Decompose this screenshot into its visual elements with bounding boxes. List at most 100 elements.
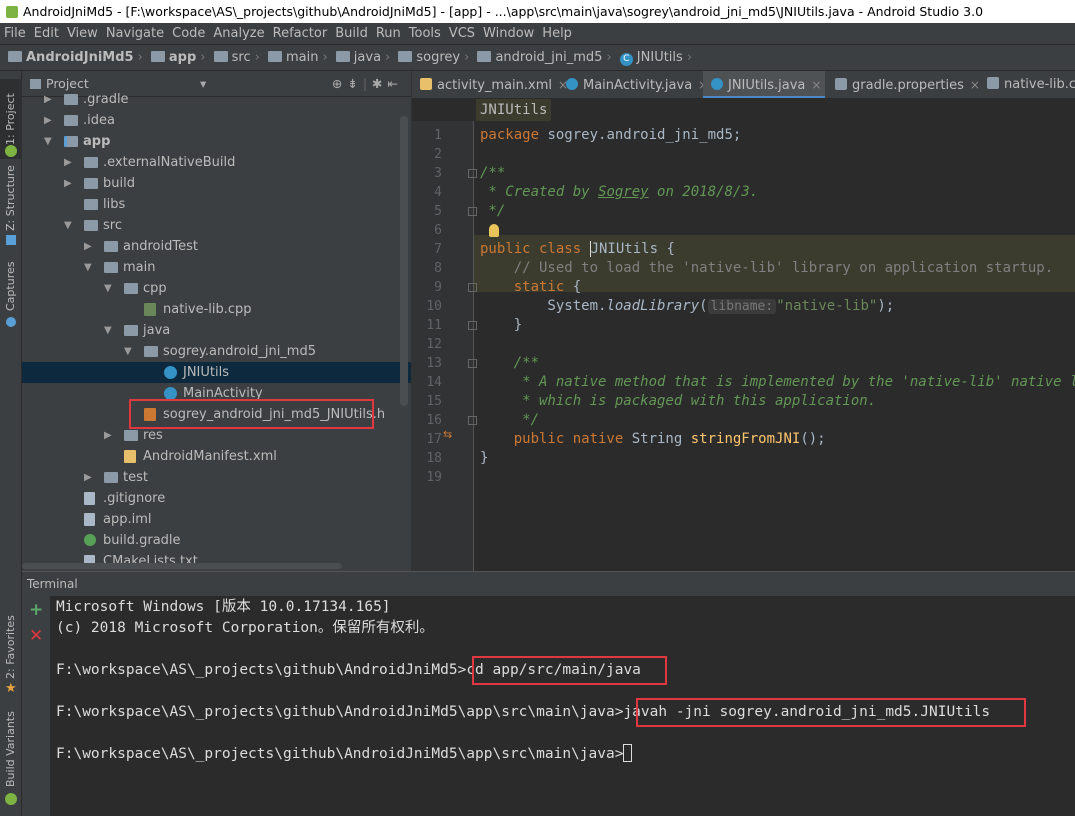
folder-icon [335,51,350,62]
tree-item[interactable]: ▼ java [22,320,411,341]
collapsed-arrow-icon[interactable]: ▶ [64,173,74,194]
menu-edit[interactable]: Edit [30,23,63,45]
tool-tab-favorites[interactable]: 2: Favorites ★ [0,611,22,701]
class-icon [164,366,177,379]
android-studio-icon [6,6,18,18]
fold-marker-icon[interactable] [468,321,477,330]
project-vertical-scrollbar[interactable] [400,116,408,406]
xml-file-icon [124,450,136,463]
tree-item[interactable]: AndroidManifest.xml [22,446,411,467]
code-line-18: } [480,450,489,466]
package-icon [477,51,492,62]
expanded-arrow-icon[interactable]: ▼ [84,257,94,278]
code-line-8: // Used to load the 'native-lib' library… [480,260,1054,276]
tree-item[interactable]: JNIUtils [22,362,411,383]
tree-item[interactable]: libs [22,194,411,215]
tree-item[interactable]: ▶ .gradle [22,89,411,110]
expanded-arrow-icon[interactable]: ▼ [64,215,74,236]
menu-refactor[interactable]: Refactor [269,23,332,45]
nav-crumb-java[interactable]: java [335,45,381,70]
nav-crumb-src[interactable]: src [213,45,251,70]
tree-item[interactable]: ▶ androidTest [22,236,411,257]
chevron-right-icon: › [686,50,693,65]
native-implementation-icon[interactable]: ⇆ [443,428,452,441]
camera-icon [6,317,16,327]
highlight-cd-command [472,656,667,685]
fold-marker-icon[interactable] [468,359,477,368]
tree-item-label: cpp [143,281,167,296]
window-title: AndroidJniMd5 - [F:\workspace\AS\_projec… [23,4,984,19]
menu-view[interactable]: View [63,23,102,45]
tree-item-label: AndroidManifest.xml [143,449,277,464]
folder-icon [64,94,78,105]
tree-item[interactable]: .gitignore [22,488,411,509]
fold-marker-icon[interactable] [468,169,477,178]
nav-crumb-main[interactable]: main [267,45,318,70]
tree-item[interactable]: build.gradle [22,530,411,551]
menu-code[interactable]: Code [168,23,209,45]
menu-build[interactable]: Build [331,23,372,45]
line-number: 8 [434,261,442,276]
collapsed-arrow-icon[interactable]: ▶ [84,236,94,257]
tree-item[interactable]: app.iml [22,509,411,530]
tree-item[interactable]: ▶ .externalNativeBuild [22,152,411,173]
line-number: 1 [434,128,442,143]
line-gutter: 1 2 3 4 5 6 7 8 9 10 11 12 13 14 15 16 17 18 19 [412,121,474,571]
tool-tab-structure[interactable]: Z: Structure [0,165,22,249]
menu-run[interactable]: Run [372,23,405,45]
nav-crumb-sogrey[interactable]: sogrey [398,45,460,70]
tree-item[interactable]: ▶ test [22,467,411,488]
collapsed-arrow-icon[interactable]: ▶ [104,425,114,446]
tree-item[interactable]: ▼ main [22,257,411,278]
tree-item-label: androidTest [123,239,198,254]
module-icon [64,136,78,147]
line-number: 13 [426,356,442,371]
expanded-arrow-icon[interactable]: ▼ [104,278,114,299]
tree-item[interactable]: native-lib.cpp [22,299,411,320]
close-icon[interactable]: ✕ [29,628,43,645]
plus-icon[interactable]: + [29,602,43,619]
collapsed-arrow-icon[interactable]: ▶ [44,110,54,131]
menu-help[interactable]: Help [538,23,576,45]
collapsed-arrow-icon[interactable]: ▶ [84,467,94,488]
menu-file[interactable]: File [0,23,30,45]
tool-tab-project[interactable]: 1: Project [0,79,22,159]
tool-tab-captures[interactable]: Captures [0,261,22,331]
star-icon: ★ [5,681,17,696]
tree-item[interactable]: ▼ cpp [22,278,411,299]
structure-icon [6,235,16,245]
collapsed-arrow-icon[interactable]: ▶ [64,152,74,173]
nav-crumb-project[interactable]: AndroidJniMd5 [8,45,134,70]
nav-crumb-app[interactable]: app [150,45,196,70]
menu-window[interactable]: Window [479,23,538,45]
expanded-arrow-icon[interactable]: ▼ [104,320,114,341]
nav-crumb-android-jni-md5[interactable]: android_jni_md5 [477,45,602,70]
code-area[interactable]: package sogrey.android_jni_md5; /** * Cr… [480,71,1075,571]
menu-vcs[interactable]: VCS [445,23,479,45]
tool-tab-build-variants[interactable]: Build Variants [0,711,22,811]
expanded-arrow-icon[interactable]: ▼ [44,131,54,152]
project-horizontal-scrollbar[interactable] [22,563,342,569]
tree-item[interactable]: ▶ build [22,173,411,194]
fold-marker-icon[interactable] [468,207,477,216]
tree-item[interactable]: ▼ app [22,131,411,152]
menu-analyze[interactable]: Analyze [209,23,268,45]
folder-icon [8,51,22,62]
fold-marker-icon[interactable] [468,416,477,425]
code-line-4: * Created by Sogrey on 2018/8/3. [480,184,759,200]
menu-tools[interactable]: Tools [405,23,445,45]
fold-marker-icon[interactable] [468,283,477,292]
expanded-arrow-icon[interactable]: ▼ [124,341,134,362]
line-number: 3 [434,166,442,181]
folder-icon [84,157,98,168]
tree-item[interactable]: ▼ src [22,215,411,236]
code-line-14: * A native method that is implemented by… [480,374,1075,390]
folder-icon [84,199,98,210]
tree-item[interactable]: ▼ sogrey.android_jni_md5 [22,341,411,362]
collapsed-arrow-icon[interactable]: ▶ [44,89,54,110]
nav-crumb-jniutils[interactable]: C JNIUtils [619,45,683,70]
terminal-input-line[interactable]: F:\workspace\AS\_projects\github\Android… [56,744,633,765]
tree-item[interactable]: ▶ .idea [22,110,411,131]
menu-navigate[interactable]: Navigate [102,23,168,45]
tree-item-label: build.gradle [103,533,181,548]
